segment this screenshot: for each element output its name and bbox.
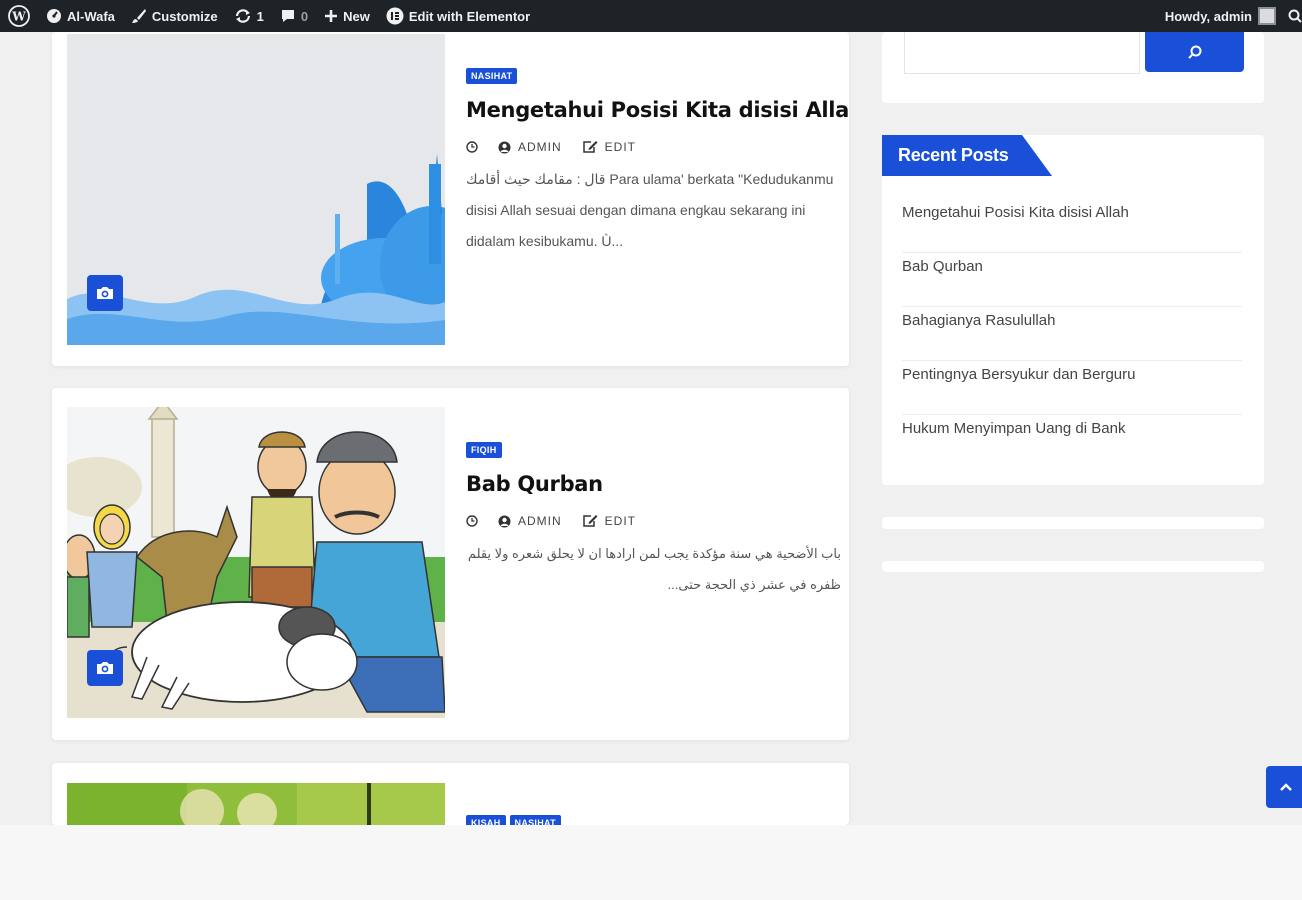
empty-widget xyxy=(882,517,1264,529)
widget-title: Recent Posts xyxy=(882,135,1052,176)
search-widget xyxy=(882,32,1264,103)
site-name-link[interactable]: Al-Wafa xyxy=(38,0,123,32)
author-name: ADMIN xyxy=(518,140,562,154)
post-thumbnail[interactable] xyxy=(67,407,445,718)
post-card: NASIHAT Mengetahui Posisi Kita disisi Al… xyxy=(52,32,849,366)
camera-button[interactable] xyxy=(87,275,123,311)
category-badge[interactable]: KISAH xyxy=(466,815,506,825)
camera-icon xyxy=(97,662,113,674)
user-icon xyxy=(498,515,511,527)
author-name: ADMIN xyxy=(518,514,562,528)
new-label: New xyxy=(343,8,370,24)
post-date[interactable] xyxy=(466,141,478,153)
category-badge[interactable]: NASIHAT xyxy=(466,68,518,84)
edit-label: EDIT xyxy=(604,140,637,154)
plus-icon xyxy=(325,10,338,22)
svg-text:W: W xyxy=(11,10,26,24)
post-thumbnail[interactable] xyxy=(67,783,445,825)
admin-bar: W Al-Wafa Customize 1 0 New Edit with El… xyxy=(0,0,1302,32)
post-meta: ADMIN EDIT xyxy=(466,140,841,154)
post-title[interactable]: Bab Qurban xyxy=(466,472,841,496)
recent-post-link[interactable]: Bab Qurban xyxy=(902,253,1242,307)
comments-link[interactable]: 0 xyxy=(272,0,316,32)
recent-posts-widget: Recent Posts Mengetahui Posisi Kita disi… xyxy=(882,135,1264,485)
post-date[interactable] xyxy=(466,515,478,527)
search-input[interactable] xyxy=(904,32,1140,74)
clock-icon xyxy=(466,515,478,527)
post-title[interactable]: Mengetahui Posisi Kita disisi Allah xyxy=(466,98,849,122)
customize-label: Customize xyxy=(151,8,218,24)
post-author[interactable]: ADMIN xyxy=(498,140,562,154)
admin-search-button[interactable] xyxy=(1284,0,1302,32)
search-icon xyxy=(1288,9,1302,23)
updates-count: 1 xyxy=(256,8,264,24)
post-edit-link[interactable]: EDIT xyxy=(582,140,636,154)
updates-icon xyxy=(235,9,250,23)
category-badge[interactable]: NASIHAT xyxy=(509,815,561,825)
post-content: KISAH NASIHAT xyxy=(466,813,841,825)
post-card: FIQIH Bab Qurban ADMIN EDIT باب الأضحية … xyxy=(52,388,849,740)
post-content: NASIHAT Mengetahui Posisi Kita disisi Al… xyxy=(466,66,849,257)
avatar xyxy=(1258,7,1276,25)
recent-posts-list: Mengetahui Posisi Kita disisi Allah Bab … xyxy=(902,199,1242,469)
comments-count: 0 xyxy=(300,8,309,24)
mosque-illustration xyxy=(67,34,445,345)
qurban-illustration xyxy=(67,407,445,718)
wordpress-icon: W xyxy=(8,5,30,27)
elementor-label: Edit with Elementor xyxy=(408,8,531,24)
edit-icon xyxy=(582,141,598,153)
post-card: KISAH NASIHAT xyxy=(52,763,849,825)
edit-label: EDIT xyxy=(604,514,637,528)
howdy-label: Howdy, admin xyxy=(1164,8,1252,24)
comment-icon xyxy=(281,10,294,22)
edit-with-elementor-link[interactable]: Edit with Elementor xyxy=(378,0,538,32)
elementor-icon xyxy=(386,7,404,25)
recent-post-link[interactable]: Hukum Menyimpan Uang di Bank xyxy=(902,415,1242,469)
post-content: FIQIH Bab Qurban ADMIN EDIT باب الأضحية … xyxy=(466,440,841,600)
recent-post-link[interactable]: Mengetahui Posisi Kita disisi Allah xyxy=(902,199,1242,253)
camera-button[interactable] xyxy=(87,650,123,686)
updates-link[interactable]: 1 xyxy=(226,0,272,32)
search-button[interactable] xyxy=(1145,32,1244,72)
dashboard-icon xyxy=(47,9,61,23)
edit-icon xyxy=(582,515,598,527)
wordpress-logo-button[interactable]: W xyxy=(0,0,38,32)
scroll-to-top-button[interactable] xyxy=(1266,766,1302,808)
empty-widget xyxy=(882,561,1264,572)
new-content-link[interactable]: New xyxy=(316,0,378,32)
post-edit-link[interactable]: EDIT xyxy=(582,514,636,528)
post-meta: ADMIN EDIT xyxy=(466,514,841,528)
post-thumbnail[interactable] xyxy=(67,34,445,345)
my-account-link[interactable]: Howdy, admin xyxy=(1157,0,1284,32)
post-excerpt: باب الأضحية هي سنة مؤكدة يجب لمن ارادها … xyxy=(467,546,841,592)
recent-post-link[interactable]: Pentingnya Bersyukur dan Berguru xyxy=(902,361,1242,415)
brush-icon xyxy=(131,9,146,23)
user-icon xyxy=(498,141,511,153)
clock-icon xyxy=(466,141,478,153)
chevron-up-icon xyxy=(1280,783,1292,791)
category-badge[interactable]: FIQIH xyxy=(466,442,502,458)
customize-link[interactable]: Customize xyxy=(123,0,226,32)
nature-photo xyxy=(67,783,445,825)
page-footer-area xyxy=(0,825,1302,900)
post-author[interactable]: ADMIN xyxy=(498,514,562,528)
site-name-label: Al-Wafa xyxy=(67,8,115,24)
search-icon xyxy=(1187,45,1201,59)
post-excerpt: قال : مقامك حيث أقامك Para ulama' berkat… xyxy=(466,171,834,249)
camera-icon xyxy=(97,287,113,299)
recent-post-link[interactable]: Bahagianya Rasulullah xyxy=(902,307,1242,361)
